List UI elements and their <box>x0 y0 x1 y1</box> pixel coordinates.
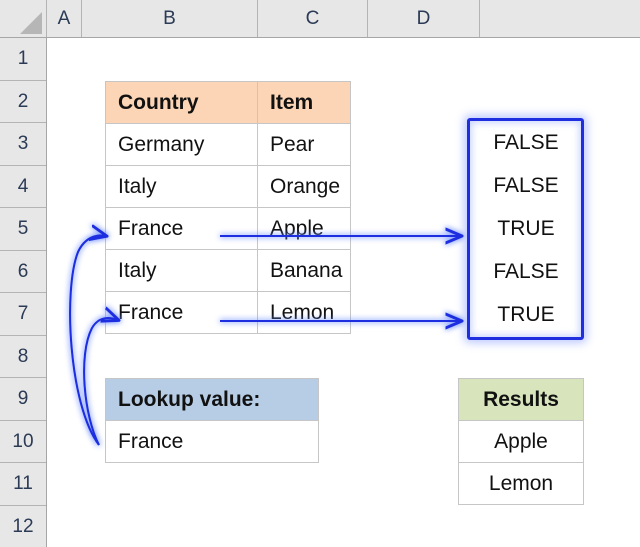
cell-bool-row7[interactable]: TRUE <box>470 294 582 337</box>
cell-country-row7[interactable]: France <box>105 291 258 334</box>
results-table: Results Apple Lemon <box>458 378 584 505</box>
row-header-7[interactable]: 7 <box>0 293 46 336</box>
cell-country-row3[interactable]: Germany <box>105 123 258 166</box>
header-results: Results <box>458 378 584 421</box>
cell-bool-row3[interactable]: FALSE <box>470 121 582 164</box>
table-row[interactable]: Germany Pear <box>105 123 351 166</box>
select-all-triangle-icon <box>20 12 42 34</box>
row-header-10[interactable]: 10 <box>0 421 46 463</box>
column-header-a[interactable]: A <box>47 0 82 37</box>
column-header-strip: A B C D <box>0 0 640 38</box>
column-header-e[interactable] <box>480 0 640 37</box>
row-header-4[interactable]: 4 <box>0 166 46 208</box>
cell-bool-row5[interactable]: TRUE <box>470 207 582 250</box>
spreadsheet-grid: A B C D 1 2 3 4 5 6 7 8 9 10 11 12 Count… <box>0 0 640 547</box>
cell-item-row5[interactable]: Apple <box>257 207 351 250</box>
table-row[interactable]: France Lemon <box>105 291 351 334</box>
column-header-c[interactable]: C <box>258 0 368 37</box>
row-header-8[interactable]: 8 <box>0 336 46 378</box>
column-header-d[interactable]: D <box>368 0 480 37</box>
lookup-arrow-to-row5 <box>69 235 106 446</box>
row-header-1[interactable]: 1 <box>0 38 46 81</box>
table-row[interactable]: France Apple <box>105 207 351 250</box>
cell-item-row3[interactable]: Pear <box>257 123 351 166</box>
cell-country-row4[interactable]: Italy <box>105 165 258 208</box>
lookup-value-table: Lookup value: France <box>105 378 319 463</box>
country-item-table: Country Item Germany Pear Italy Orange F… <box>105 81 351 334</box>
table-header-row: Lookup value: <box>105 378 319 421</box>
table-row[interactable]: Italy Banana <box>105 249 351 292</box>
cell-country-row5[interactable]: France <box>105 207 258 250</box>
row-header-9[interactable]: 9 <box>0 378 46 421</box>
cell-bool-row6[interactable]: FALSE <box>470 251 582 294</box>
column-header-b[interactable]: B <box>82 0 258 37</box>
cell-item-row7[interactable]: Lemon <box>257 291 351 334</box>
cell-bool-row4[interactable]: FALSE <box>470 164 582 207</box>
cell-item-row6[interactable]: Banana <box>257 249 351 292</box>
row-header-3[interactable]: 3 <box>0 123 46 166</box>
boolean-result-column: FALSE FALSE TRUE FALSE TRUE <box>470 121 582 337</box>
table-row[interactable]: Apple <box>458 420 584 463</box>
cell-item-row4[interactable]: Orange <box>257 165 351 208</box>
cell-lookup-value[interactable]: France <box>105 420 319 463</box>
select-all-corner[interactable] <box>0 0 47 37</box>
cell-country-row6[interactable]: Italy <box>105 249 258 292</box>
header-lookup-value: Lookup value: <box>105 378 319 421</box>
row-header-strip: 1 2 3 4 5 6 7 8 9 10 11 12 <box>0 38 47 547</box>
row-header-2[interactable]: 2 <box>0 81 46 123</box>
row-header-6[interactable]: 6 <box>0 251 46 293</box>
row-header-11[interactable]: 11 <box>0 463 46 506</box>
header-item: Item <box>257 81 351 124</box>
cell-result-2[interactable]: Lemon <box>458 462 584 505</box>
table-row[interactable]: Lemon <box>458 462 584 505</box>
table-header-row: Results <box>458 378 584 421</box>
table-header-row: Country Item <box>105 81 351 124</box>
header-country: Country <box>105 81 258 124</box>
table-row[interactable]: Italy Orange <box>105 165 351 208</box>
row-header-5[interactable]: 5 <box>0 208 46 251</box>
row-header-12[interactable]: 12 <box>0 506 46 547</box>
table-row[interactable]: France <box>105 420 319 463</box>
cell-result-1[interactable]: Apple <box>458 420 584 463</box>
